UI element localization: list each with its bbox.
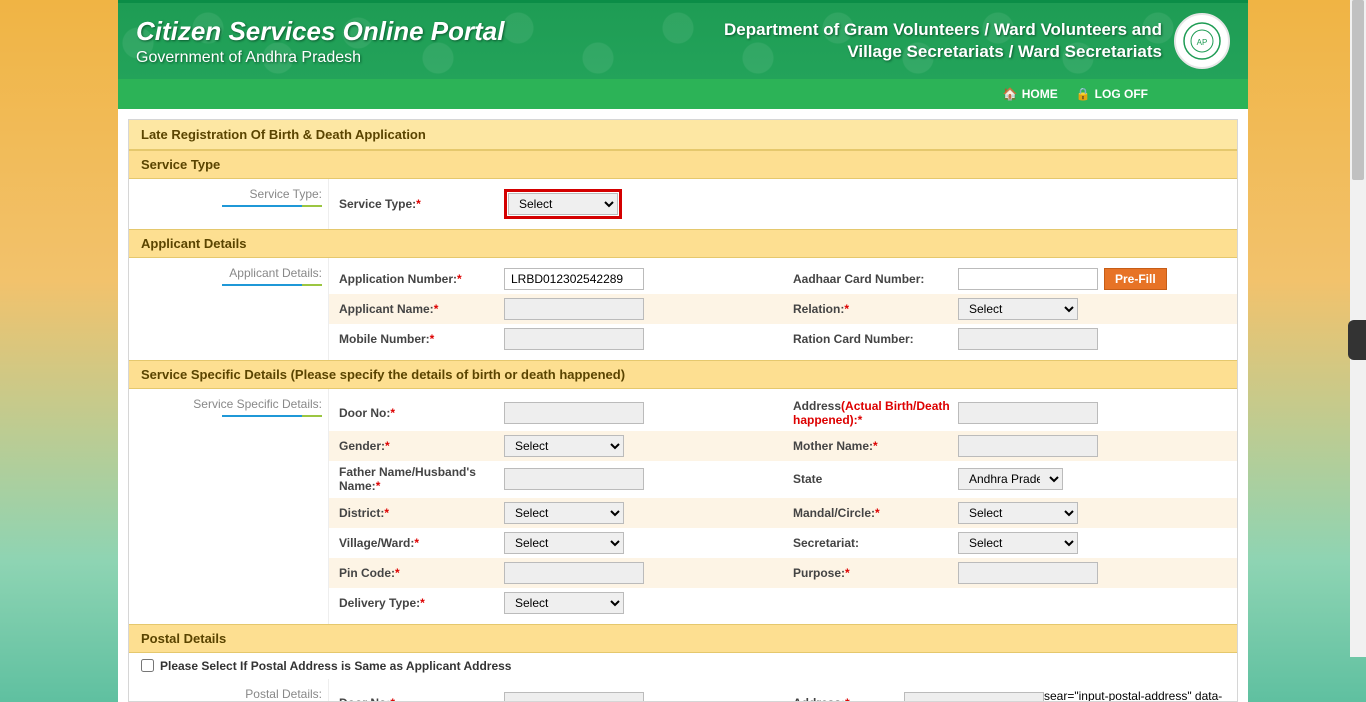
side-tab-service-specific-label: Service Specific Details: [193, 397, 322, 411]
label-mobile: Mobile Number:* [329, 332, 504, 346]
label-aadhaar: Aadhaar Card Number: [783, 272, 958, 286]
prefill-button[interactable]: Pre-Fill [1104, 268, 1167, 290]
nav-home-label: HOME [1022, 87, 1058, 101]
nav-logoff-label: LOG OFF [1095, 87, 1148, 101]
label-relation: Relation:* [783, 302, 958, 316]
nav-home[interactable]: 🏠 HOME [1003, 87, 1058, 101]
page-title: Late Registration Of Birth & Death Appli… [129, 120, 1237, 150]
input-door-no[interactable] [504, 402, 644, 424]
side-tab-postal: Postal Details: [129, 679, 329, 701]
side-tab-postal-label: Postal Details: [245, 687, 322, 701]
side-tab-applicant: Applicant Details: [129, 258, 329, 360]
gender-select[interactable]: Select [504, 435, 624, 457]
input-mother-name[interactable] [958, 435, 1098, 457]
input-purpose[interactable] [958, 562, 1098, 584]
dept-line2: Village Secretariats / Ward Secretariats [724, 41, 1162, 63]
tab-underline [222, 415, 322, 417]
input-father-husband[interactable] [504, 468, 644, 490]
ap-state-logo: AP [1174, 13, 1230, 69]
header-title: Citizen Services Online Portal [136, 16, 504, 47]
section-applicant-title: Applicant Details [129, 229, 1237, 258]
input-pincode[interactable] [504, 562, 644, 584]
secretariat-select[interactable]: Select [958, 532, 1078, 554]
input-postal-door[interactable] [504, 692, 644, 701]
section-service-type-title: Service Type [129, 150, 1237, 179]
header-subtitle: Government of Andhra Pradesh [136, 49, 504, 67]
side-tab-applicant-label: Applicant Details: [229, 266, 322, 280]
tab-underline [222, 284, 322, 286]
lock-icon: 🔒 [1076, 87, 1091, 101]
side-help-tab[interactable] [1348, 320, 1366, 360]
label-service-type: Service Type:* [329, 197, 504, 211]
input-application-number[interactable] [504, 268, 644, 290]
service-type-highlight: Select [504, 189, 622, 219]
label-mother-name: Mother Name:* [783, 439, 958, 453]
input-applicant-name[interactable] [504, 298, 644, 320]
label-applicant-name: Applicant Name:* [329, 302, 504, 316]
district-select[interactable]: Select [504, 502, 624, 524]
label-postal-address: Address:* [783, 696, 904, 701]
section-service-specific-title: Service Specific Details (Please specify… [129, 360, 1237, 389]
form-container: Late Registration Of Birth & Death Appli… [128, 119, 1238, 702]
label-village: Village/Ward:* [329, 536, 504, 550]
village-select[interactable]: Select [504, 532, 624, 554]
side-tab-service-specific: Service Specific Details: [129, 389, 329, 624]
service-type-select[interactable]: Select [508, 193, 618, 215]
label-mandal: Mandal/Circle:* [783, 506, 958, 520]
input-address[interactable] [958, 402, 1098, 424]
home-icon: 🏠 [1003, 87, 1018, 101]
postal-same-label: Please Select If Postal Address is Same … [160, 659, 511, 673]
label-gender: Gender:* [329, 439, 504, 453]
label-district: District:* [329, 506, 504, 520]
postal-same-checkbox[interactable] [141, 659, 154, 672]
label-application-number: Application Number:* [329, 272, 504, 286]
nav-logoff[interactable]: 🔒 LOG OFF [1076, 87, 1148, 101]
side-tab-service-type: Service Type: [129, 179, 329, 229]
label-ration: Ration Card Number: [783, 332, 958, 346]
relation-select[interactable]: Select [958, 298, 1078, 320]
label-address: Address(Actual Birth/Death happened):* [783, 399, 958, 427]
mandal-select[interactable]: Select [958, 502, 1078, 524]
tab-underline [222, 205, 322, 207]
label-door-no: Door No:* [329, 406, 504, 420]
 [904, 692, 1044, 701]
label-postal-door: Door No:* [329, 696, 504, 701]
side-tab-service-type-label: Service Type: [250, 187, 322, 201]
input-aadhaar[interactable] [958, 268, 1098, 290]
label-purpose: Purpose:* [783, 566, 958, 580]
label-father-husband: Father Name/Husband's Name:* [329, 465, 504, 494]
svg-text:AP: AP [1197, 38, 1208, 47]
input-mobile[interactable] [504, 328, 644, 350]
delivery-type-select[interactable]: Select [504, 592, 624, 614]
label-pincode: Pin Code:* [329, 566, 504, 580]
section-postal-title: Postal Details [129, 624, 1237, 653]
app-header: Citizen Services Online Portal Governmen… [118, 0, 1248, 79]
label-secretariat: Secretariat: [783, 536, 958, 550]
dept-line1: Department of Gram Volunteers / Ward Vol… [724, 19, 1162, 41]
input-ration[interactable] [958, 328, 1098, 350]
state-select[interactable]: Andhra Pradesh [958, 468, 1063, 490]
navbar: 🏠 HOME 🔒 LOG OFF [118, 79, 1248, 109]
scrollbar-thumb[interactable] [1352, 0, 1364, 180]
label-delivery-type: Delivery Type:* [329, 596, 504, 610]
label-state: State [783, 472, 958, 486]
header-department: Department of Gram Volunteers / Ward Vol… [724, 19, 1162, 63]
